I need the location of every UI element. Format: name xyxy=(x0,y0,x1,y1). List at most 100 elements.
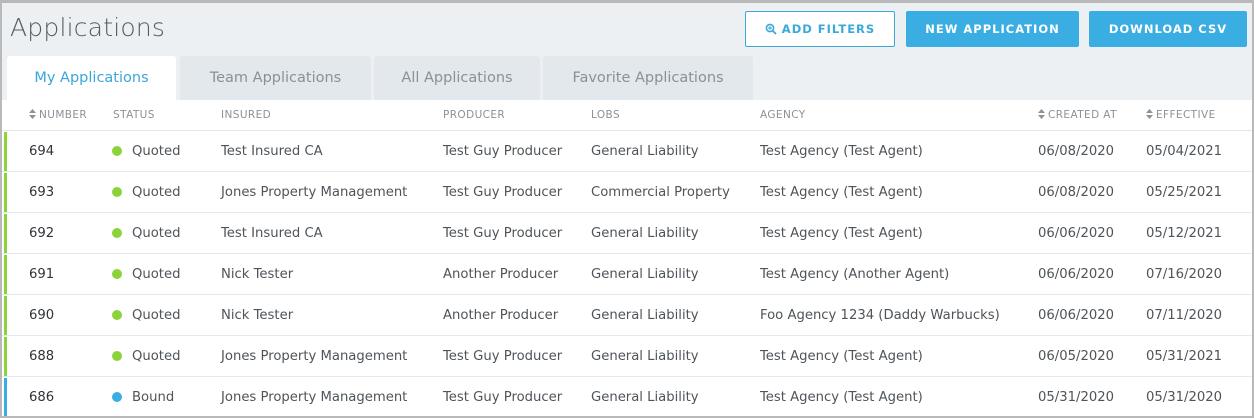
number-cell: 686 xyxy=(29,390,55,405)
status-dot-icon xyxy=(112,392,122,402)
tab-all-applications[interactable]: All Applications xyxy=(374,56,540,100)
table-row[interactable]: 686 Bound Jones Property Management Test Gu… xyxy=(2,377,1252,416)
effective-cell: 05/31/2020 xyxy=(1146,390,1223,405)
table-row[interactable]: 694 Quoted Test Insured CA Test Guy Produce… xyxy=(2,131,1252,172)
lobs-cell: General Liability xyxy=(591,267,699,282)
effective-cell: 05/12/2021 xyxy=(1146,226,1223,241)
status-dot-icon xyxy=(112,187,122,197)
new-application-label: NEW APPLICATION xyxy=(925,22,1060,36)
effective-cell: 05/25/2021 xyxy=(1146,185,1223,200)
table-row[interactable]: 692 Quoted Test Insured CA Test Guy Produce… xyxy=(2,213,1252,254)
applications-panel: Applications ADD FILTERS NEW APPLICATION… xyxy=(0,0,1254,418)
status-dot-icon xyxy=(112,351,122,361)
status-cell: Quoted xyxy=(132,267,181,282)
column-label: CREATED AT xyxy=(1048,109,1117,121)
column-header-status: STATUS xyxy=(113,100,155,131)
number-cell: 693 xyxy=(29,185,55,200)
lobs-cell: General Liability xyxy=(591,144,699,159)
lobs-cell: General Liability xyxy=(591,226,699,241)
created-at-cell: 06/08/2020 xyxy=(1038,144,1115,159)
table-header: NUMBER STATUS INSURED PRODUCER LOBS AGEN… xyxy=(2,100,1252,131)
table-row[interactable]: 688 Quoted Jones Property Management Test G… xyxy=(2,336,1252,377)
lobs-cell: General Liability xyxy=(591,390,699,405)
table-row[interactable]: 690 Quoted Nick Tester Another Producer Gene… xyxy=(2,295,1252,336)
agency-cell: Test Agency (Test Agent) xyxy=(760,185,923,200)
status-indicator-bar xyxy=(4,132,7,171)
table-row[interactable]: 691 Quoted Nick Tester Another Producer Gene… xyxy=(2,254,1252,295)
status-cell: Bound xyxy=(132,390,175,405)
column-label: PRODUCER xyxy=(443,109,506,121)
created-at-cell: 06/06/2020 xyxy=(1038,226,1115,241)
column-header-effective[interactable]: EFFECTIVE xyxy=(1146,100,1216,131)
status-cell: Quoted xyxy=(132,226,181,241)
status-dot-icon xyxy=(112,310,122,320)
column-label: INSURED xyxy=(221,109,272,121)
sort-icon xyxy=(29,109,36,119)
insured-cell: Jones Property Management xyxy=(221,185,408,200)
producer-cell: Test Guy Producer xyxy=(443,226,563,241)
agency-cell: Test Agency (Test Agent) xyxy=(760,349,923,364)
producer-cell: Another Producer xyxy=(443,308,559,323)
table-row[interactable]: 693 Quoted Jones Property Management Test G… xyxy=(2,172,1252,213)
created-at-cell: 06/06/2020 xyxy=(1038,308,1115,323)
column-header-lobs: LOBS xyxy=(591,100,620,131)
number-cell: 692 xyxy=(29,226,55,241)
status-dot-icon xyxy=(112,269,122,279)
column-header-agency: AGENCY xyxy=(760,100,806,131)
agency-cell: Test Agency (Another Agent) xyxy=(760,267,950,282)
new-application-button[interactable]: NEW APPLICATION xyxy=(906,11,1079,47)
column-header-number[interactable]: NUMBER xyxy=(29,100,87,131)
column-label: STATUS xyxy=(113,109,155,121)
created-at-cell: 06/05/2020 xyxy=(1038,349,1115,364)
agency-cell: Test Agency (Test Agent) xyxy=(760,226,923,241)
created-at-cell: 05/31/2020 xyxy=(1038,390,1115,405)
lobs-cell: General Liability xyxy=(591,349,699,364)
add-filters-label: ADD FILTERS xyxy=(781,22,876,36)
producer-cell: Test Guy Producer xyxy=(443,185,563,200)
number-cell: 690 xyxy=(29,308,55,323)
tab-favorite-applications[interactable]: Favorite Applications xyxy=(543,56,753,100)
producer-cell: Test Guy Producer xyxy=(443,390,563,405)
page-title: Applications xyxy=(10,13,166,42)
producer-cell: Test Guy Producer xyxy=(443,349,563,364)
producer-cell: Test Guy Producer xyxy=(443,144,563,159)
zoom-in-icon xyxy=(765,23,777,35)
agency-cell: Test Agency (Test Agent) xyxy=(760,390,923,405)
status-cell: Quoted xyxy=(132,349,181,364)
created-at-cell: 06/08/2020 xyxy=(1038,185,1115,200)
effective-cell: 05/31/2021 xyxy=(1146,349,1223,364)
status-indicator-bar xyxy=(4,173,7,212)
status-indicator-bar xyxy=(4,296,7,335)
column-header-insured: INSURED xyxy=(221,100,271,131)
download-csv-button[interactable]: DOWNLOAD CSV xyxy=(1089,11,1247,47)
status-cell: Quoted xyxy=(132,144,181,159)
add-filters-button[interactable]: ADD FILTERS xyxy=(745,11,895,47)
status-cell: Quoted xyxy=(132,308,181,323)
insured-cell: Nick Tester xyxy=(221,308,294,323)
sort-icon xyxy=(1146,109,1153,119)
column-label: EFFECTIVE xyxy=(1156,109,1216,121)
agency-cell: Foo Agency 1234 (Daddy Warbucks) xyxy=(760,308,1000,323)
tab-my-applications[interactable]: My Applications xyxy=(7,56,176,100)
insured-cell: Jones Property Management xyxy=(221,349,408,364)
tab-team-applications[interactable]: Team Applications xyxy=(180,56,371,100)
number-cell: 688 xyxy=(29,349,55,364)
effective-cell: 05/04/2021 xyxy=(1146,144,1223,159)
effective-cell: 07/16/2020 xyxy=(1146,267,1223,282)
column-label: LOBS xyxy=(591,109,621,121)
download-csv-label: DOWNLOAD CSV xyxy=(1108,22,1228,36)
insured-cell: Jones Property Management xyxy=(221,390,408,405)
status-cell: Quoted xyxy=(132,185,181,200)
column-label: NUMBER xyxy=(39,109,88,121)
status-indicator-bar xyxy=(4,337,7,376)
lobs-cell: Commercial Property xyxy=(591,185,730,200)
column-header-created-at[interactable]: CREATED AT xyxy=(1038,100,1117,131)
status-dot-icon xyxy=(112,146,122,156)
effective-cell: 07/11/2020 xyxy=(1146,308,1223,323)
status-dot-icon xyxy=(112,228,122,238)
column-label: AGENCY xyxy=(760,109,806,121)
page-header: Applications ADD FILTERS NEW APPLICATION… xyxy=(2,3,1252,100)
sort-icon xyxy=(1038,109,1045,119)
insured-cell: Test Insured CA xyxy=(221,226,323,241)
column-header-producer: PRODUCER xyxy=(443,100,505,131)
